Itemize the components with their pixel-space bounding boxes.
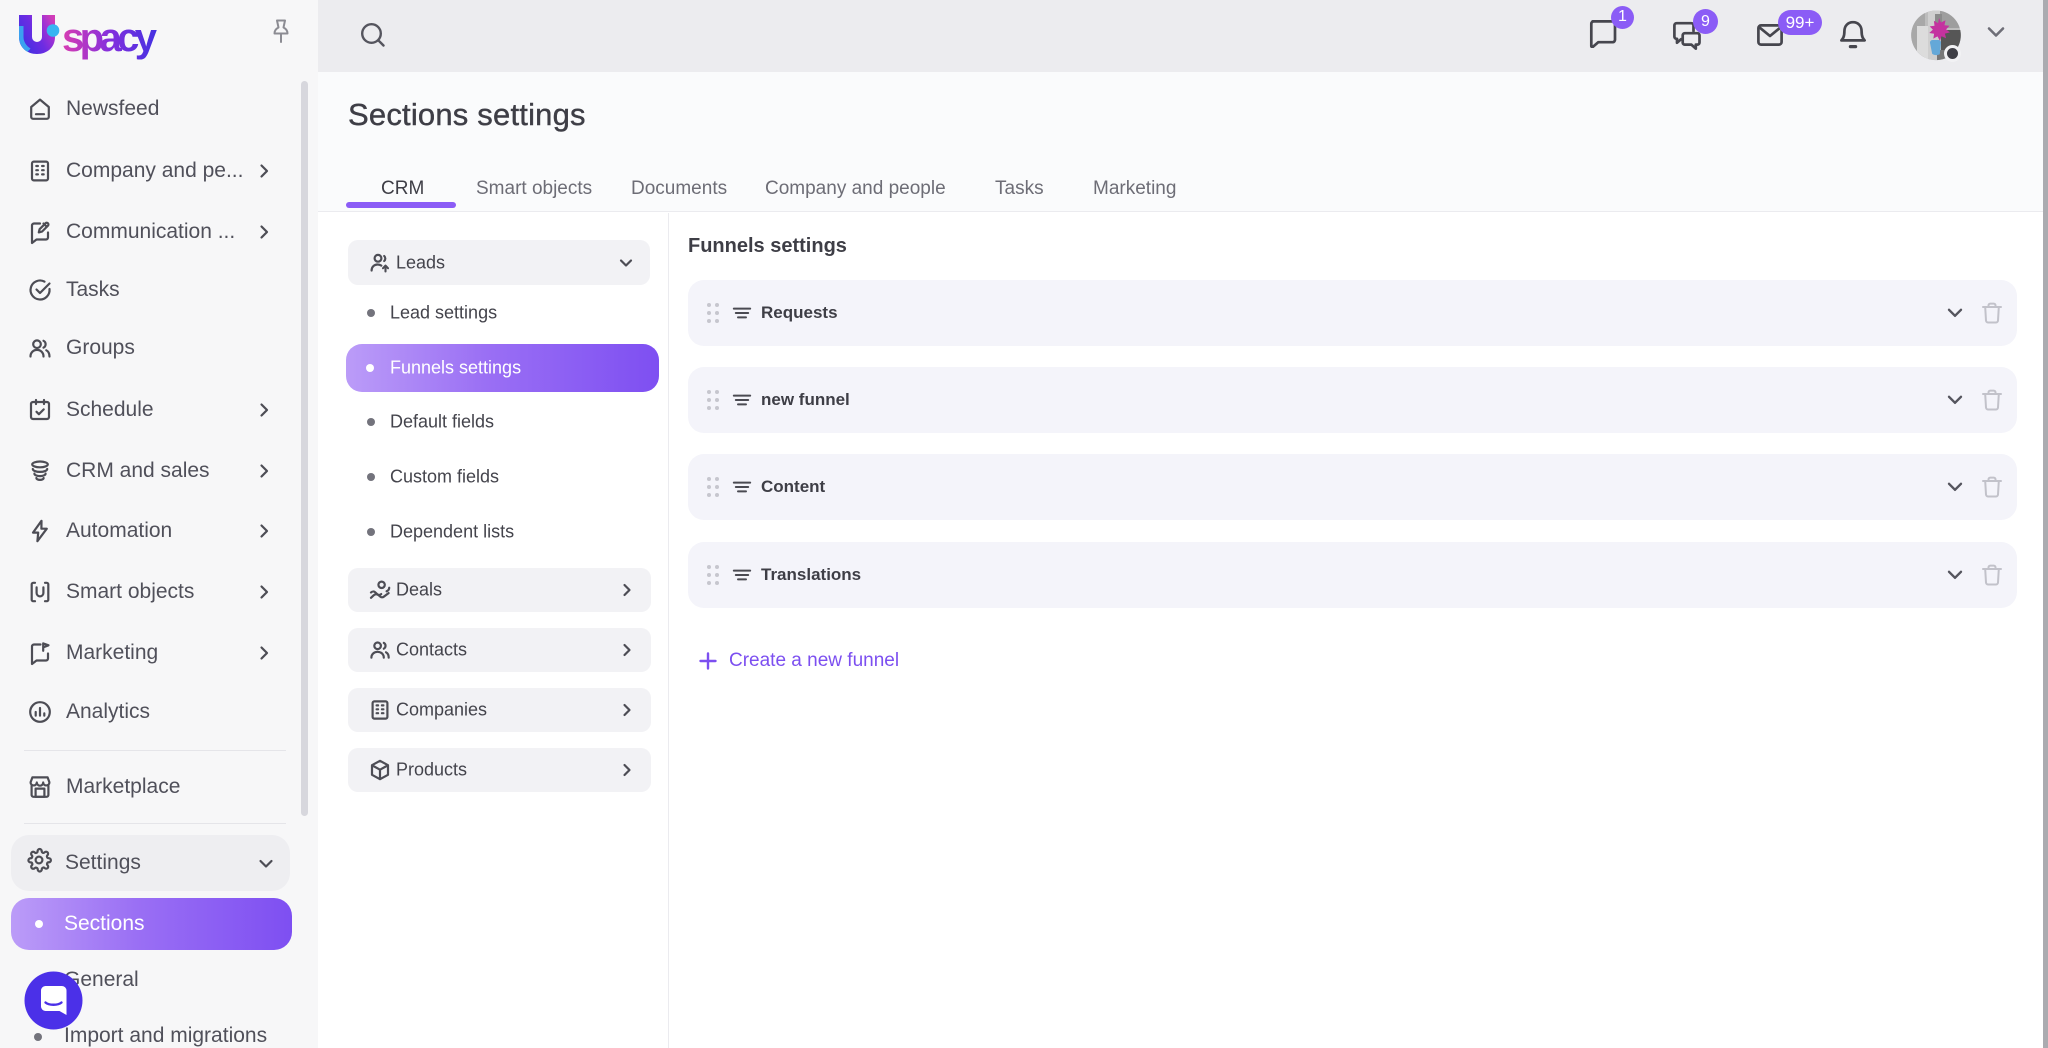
svg-text:spacy: spacy xyxy=(62,16,158,60)
